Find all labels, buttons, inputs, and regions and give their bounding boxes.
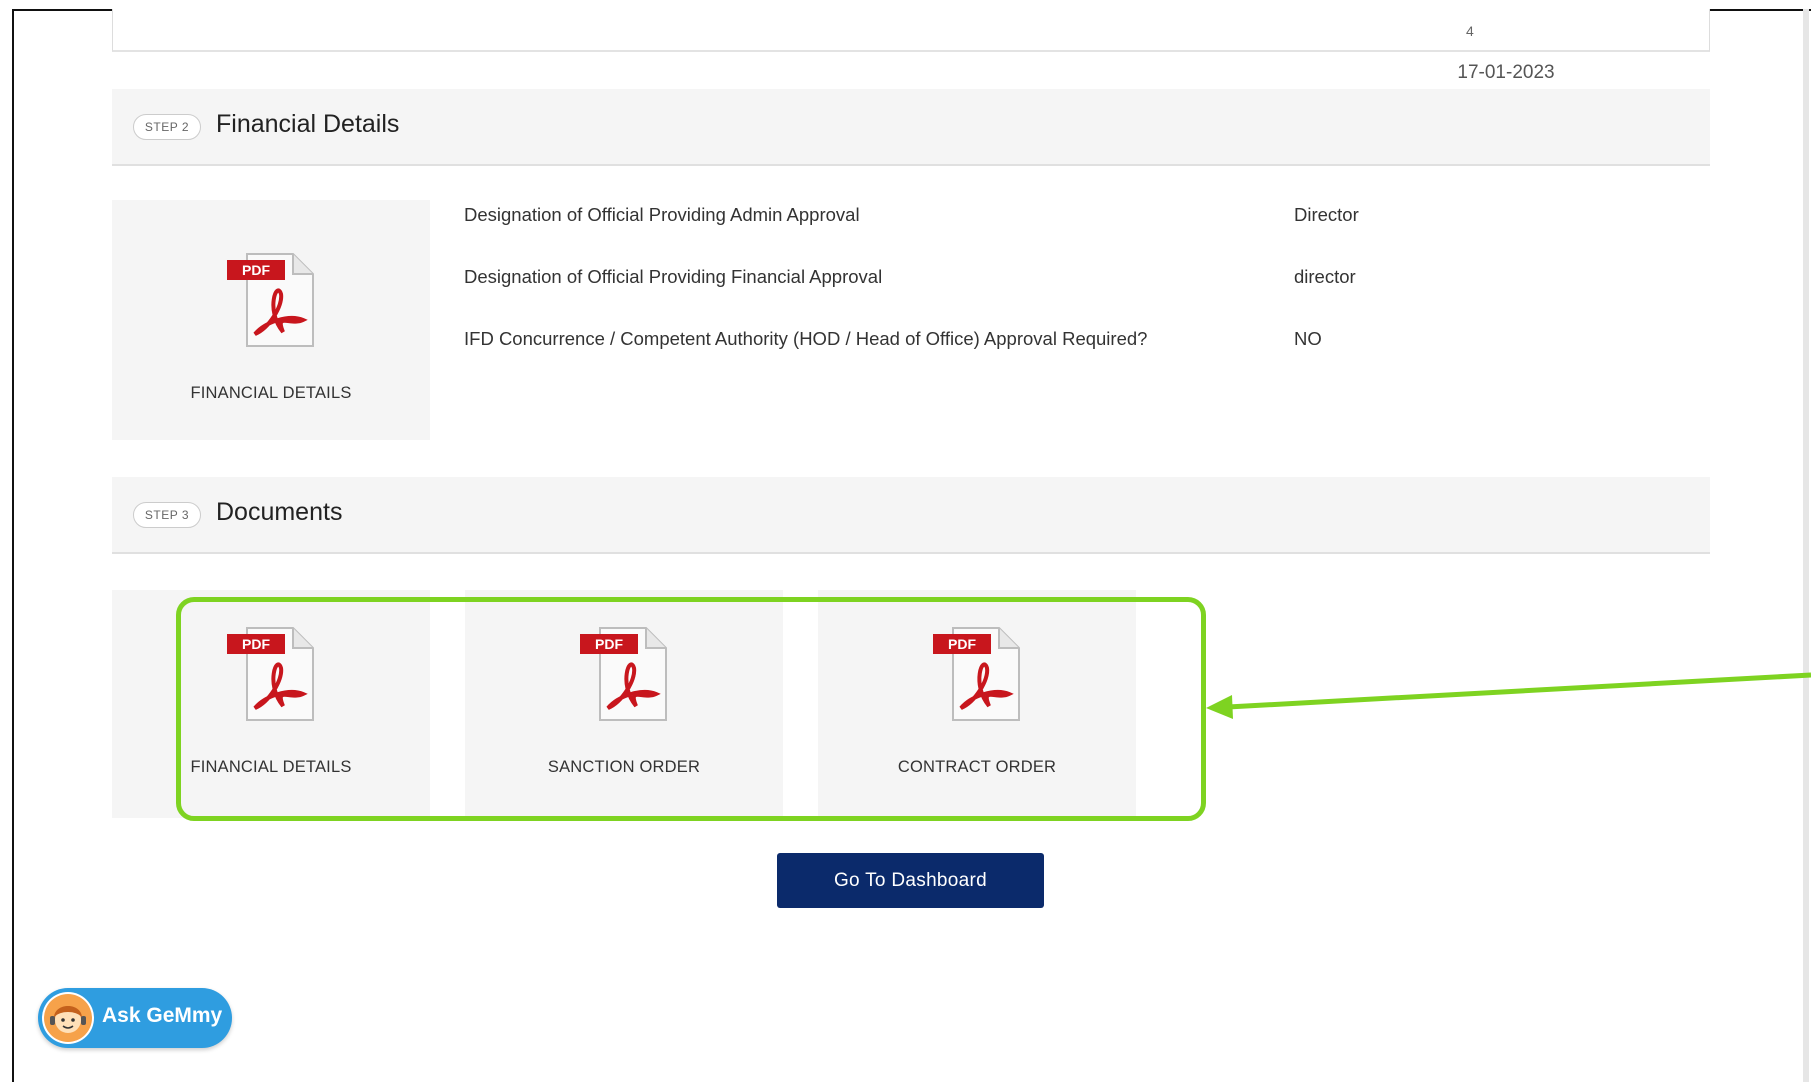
step2-title: Financial Details (216, 110, 400, 138)
pdf-file-icon: PDF (227, 253, 314, 347)
ifd-concurrence-label: IFD Concurrence / Competent Authority (H… (464, 328, 1148, 349)
step3-title: Documents (216, 498, 343, 526)
step2-pill: STEP 2 (133, 114, 201, 140)
svg-text:PDF: PDF (242, 262, 270, 278)
financial-approval-value: director (1294, 266, 1356, 287)
annotation-arrow (1206, 672, 1811, 719)
step3-header: STEP 3 Documents (112, 477, 1710, 554)
assistant-avatar-icon (42, 992, 94, 1044)
financial-details-label: FINANCIAL DETAILS (190, 384, 352, 402)
ask-gemmy-label: Ask GeMmy (102, 1004, 223, 1027)
step2-header: STEP 2 Financial Details (112, 89, 1710, 166)
row-number: 4 (1466, 23, 1474, 39)
documents-highlight-box (176, 597, 1206, 821)
financial-approval-label: Designation of Official Providing Financ… (464, 266, 883, 287)
financial-details-card[interactable]: PDF FINANCIAL DETAILS (112, 200, 430, 440)
row-date: 17-01-2023 (1446, 58, 1566, 88)
ask-gemmy-widget[interactable]: Ask GeMmy (38, 988, 232, 1048)
ifd-concurrence-value: NO (1294, 328, 1322, 349)
admin-approval-value: Director (1294, 204, 1359, 225)
scrollbar[interactable] (1803, 9, 1809, 1082)
step3-pill: STEP 3 (133, 502, 201, 528)
go-to-dashboard-button[interactable]: Go To Dashboard (777, 853, 1044, 908)
admin-approval-label: Designation of Official Providing Admin … (464, 204, 860, 225)
